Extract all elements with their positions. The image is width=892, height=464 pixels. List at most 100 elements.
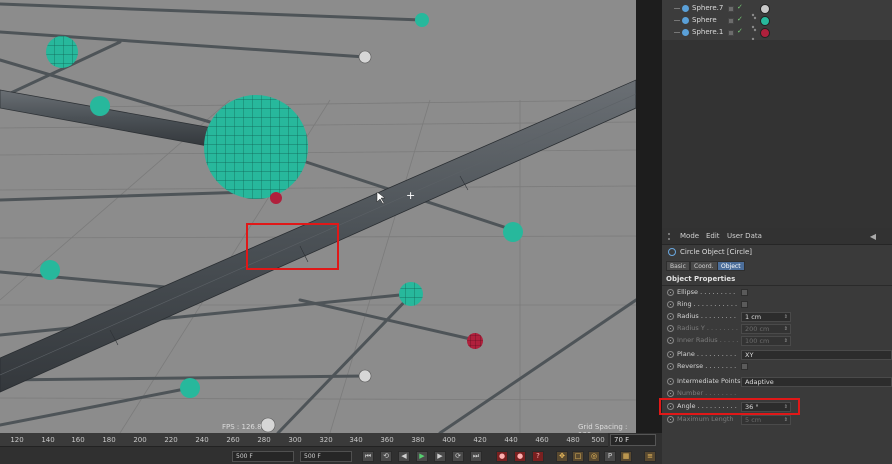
- tree-line: [674, 20, 680, 21]
- attribute-manager: Mode Edit User Data ◀ Circle Object [Cir…: [662, 228, 892, 464]
- end-frame-field[interactable]: 500 F: [300, 451, 352, 462]
- tree-line: [674, 32, 680, 33]
- prev-frame-button[interactable]: ◀: [398, 451, 410, 462]
- keyframe-selection-button[interactable]: ?: [532, 451, 544, 462]
- rotate-key-icon[interactable]: ◎: [588, 451, 600, 462]
- record-button[interactable]: ●: [496, 451, 508, 462]
- visibility-dots-icon[interactable]: [751, 29, 757, 44]
- sphere-object-icon: [682, 29, 689, 36]
- object-manager-empty-area[interactable]: [662, 40, 892, 228]
- ruler-tick: 160: [71, 436, 85, 444]
- ruler-tick: 420: [473, 436, 487, 444]
- animate-dot-icon[interactable]: [667, 363, 674, 370]
- spinner-icon[interactable]: ⇕: [784, 313, 788, 321]
- menu-mode[interactable]: Mode: [680, 232, 699, 240]
- timeline-ruler[interactable]: 120 140 160 180 200 220 240 260 280 300 …: [0, 433, 608, 447]
- autokey-button[interactable]: ●: [514, 451, 526, 462]
- divider: [662, 285, 892, 286]
- animate-dot-icon[interactable]: [667, 301, 674, 308]
- maximum-length-field: 5 cm ⇕: [741, 415, 791, 425]
- sphere-object-icon: [682, 17, 689, 24]
- layer-flag-icon[interactable]: [728, 30, 734, 36]
- material-tag-icon[interactable]: [760, 28, 770, 38]
- animate-dot-icon[interactable]: [667, 416, 674, 423]
- ruler-tick: 200: [133, 436, 147, 444]
- move-key-icon[interactable]: ✥: [556, 451, 568, 462]
- back-arrow-icon[interactable]: ◀: [870, 232, 876, 241]
- radius-field[interactable]: 1 cm ⇕: [741, 312, 791, 322]
- material-tag-icon[interactable]: [760, 16, 770, 26]
- ruler-tick: 240: [195, 436, 209, 444]
- animate-dot-icon[interactable]: [667, 337, 674, 344]
- timeline-menu-icon[interactable]: ≡: [644, 451, 656, 462]
- intermediate-points-dropdown[interactable]: Adaptive: [741, 377, 892, 387]
- object-row-sphere[interactable]: Sphere ✓: [662, 15, 892, 32]
- animate-dot-icon[interactable]: [667, 325, 674, 332]
- menu-edit[interactable]: Edit: [706, 232, 720, 240]
- highlight-box-angle: [659, 398, 800, 415]
- ruler-tick: 360: [380, 436, 394, 444]
- menu-user-data[interactable]: User Data: [727, 232, 762, 240]
- tab-basic[interactable]: Basic: [666, 261, 690, 271]
- animate-dot-icon[interactable]: [667, 313, 674, 320]
- enabled-check-icon[interactable]: ✓: [737, 27, 743, 35]
- animate-dot-icon[interactable]: [667, 378, 674, 385]
- prop-label: Number . . . . . . . .: [677, 389, 737, 397]
- ellipse-checkbox[interactable]: [741, 289, 748, 296]
- next-frame-button[interactable]: ▶: [434, 451, 446, 462]
- grip-icon[interactable]: [668, 233, 674, 240]
- material-tag-icon[interactable]: [760, 4, 770, 14]
- scale-key-icon[interactable]: □: [572, 451, 584, 462]
- object-row-sphere1[interactable]: Sphere.1 ✓: [662, 27, 892, 44]
- layer-flag-icon[interactable]: [728, 18, 734, 24]
- ring-checkbox[interactable]: [741, 301, 748, 308]
- ruler-tick: 300: [288, 436, 302, 444]
- object-title-row: Circle Object [Circle]: [662, 246, 892, 259]
- animate-dot-icon[interactable]: [667, 390, 674, 397]
- spinner-icon: ⇕: [783, 417, 788, 423]
- tab-object[interactable]: Object: [717, 261, 745, 271]
- object-name[interactable]: Sphere.1: [692, 28, 723, 36]
- ruler-tick: 500: [591, 436, 605, 444]
- go-to-start-button[interactable]: ⏮: [362, 451, 374, 462]
- prop-inner-radius: Inner Radius . . . . . 100 cm ⇕: [662, 335, 892, 347]
- inner-radius-field: 100 cm ⇕: [741, 336, 791, 346]
- ruler-tick: 260: [226, 436, 240, 444]
- next-key-button[interactable]: ⟳: [452, 451, 464, 462]
- section-title: Object Properties: [666, 275, 736, 283]
- 3d-viewport[interactable]: + FPS : 126.8 Grid Spacing : 100 cm: [0, 0, 636, 433]
- ruler-tick: 480: [566, 436, 580, 444]
- visibility-dots-icon[interactable]: [751, 5, 757, 20]
- ruler-tick: 140: [41, 436, 55, 444]
- prop-label: Ellipse . . . . . . . . .: [677, 288, 736, 296]
- cinema4d-window: + FPS : 126.8 Grid Spacing : 100 cm 120 …: [0, 0, 892, 464]
- field-value: 200 cm: [745, 325, 770, 333]
- enabled-check-icon[interactable]: ✓: [737, 15, 743, 23]
- ruler-tick: 220: [164, 436, 178, 444]
- grid-spacing-readout: Grid Spacing : 100 cm: [578, 423, 628, 433]
- timeline: 120 140 160 180 200 220 240 260 280 300 …: [0, 433, 662, 464]
- prev-key-button[interactable]: ⟲: [380, 451, 392, 462]
- ruler-tick: 180: [102, 436, 116, 444]
- current-frame-field[interactable]: 70 F: [610, 434, 656, 446]
- object-name[interactable]: Sphere.7: [692, 4, 723, 12]
- prop-reverse: Reverse . . . . . . . .: [662, 361, 892, 373]
- object-row-sphere7[interactable]: Sphere.7 ✓: [662, 3, 892, 20]
- animate-dot-icon[interactable]: [667, 289, 674, 296]
- plane-dropdown[interactable]: XY: [741, 350, 892, 360]
- play-button[interactable]: ▶: [416, 451, 428, 462]
- go-to-end-button[interactable]: ⏭: [470, 451, 482, 462]
- layer-flag-icon[interactable]: [728, 6, 734, 12]
- start-frame-field[interactable]: 500 F: [232, 451, 294, 462]
- field-value: 1 cm: [745, 313, 762, 321]
- animate-dot-icon[interactable]: [667, 351, 674, 358]
- prop-ring: Ring . . . . . . . . . . .: [662, 299, 892, 311]
- pla-key-icon[interactable]: ▦: [620, 451, 632, 462]
- prop-label: Inner Radius . . . . .: [677, 336, 739, 344]
- visibility-dots-icon[interactable]: [751, 17, 757, 32]
- enabled-check-icon[interactable]: ✓: [737, 3, 743, 11]
- tab-coord[interactable]: Coord.: [690, 261, 718, 271]
- reverse-checkbox[interactable]: [741, 363, 748, 370]
- param-key-icon[interactable]: P: [604, 451, 616, 462]
- object-name[interactable]: Sphere: [692, 16, 717, 24]
